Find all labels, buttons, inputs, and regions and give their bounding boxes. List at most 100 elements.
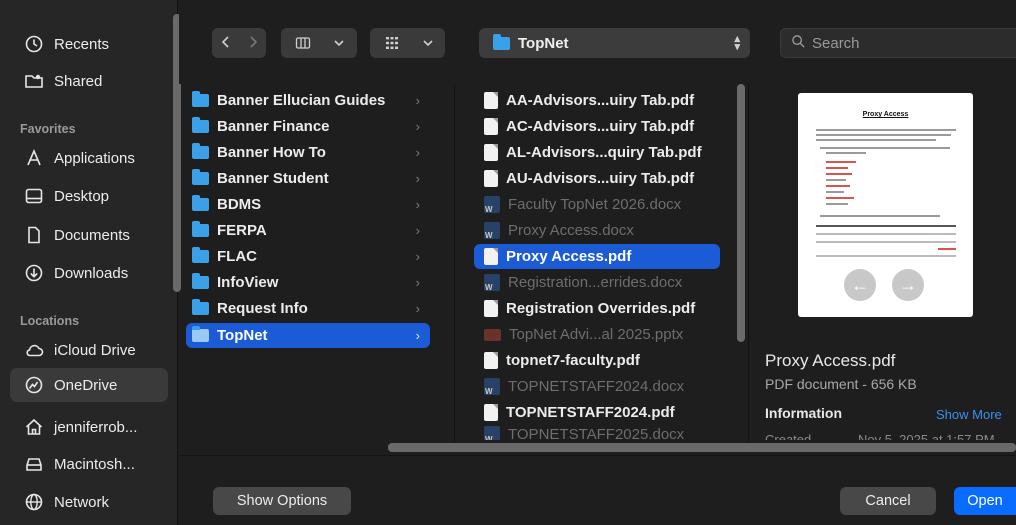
list-item-selected[interactable]: TopNet › — [186, 323, 430, 348]
show-more-link[interactable]: Show More — [936, 407, 1002, 422]
list-item[interactable]: Registration Overrides.pdf — [474, 296, 720, 321]
pdf-file-icon — [484, 170, 498, 187]
list-item[interactable]: TOPNETSTAFF2024.pdf — [474, 400, 720, 425]
list-item[interactable]: AU-Advisors...uiry Tab.pdf — [474, 166, 720, 191]
preview-highlight — [826, 161, 856, 163]
list-item[interactable]: BDMS › — [186, 192, 430, 217]
preview-text-line — [826, 152, 866, 154]
sidebar-item-network[interactable]: Network — [10, 485, 168, 519]
item-label: AA-Advisors...uiry Tab.pdf — [506, 92, 695, 109]
preview-previous-button[interactable]: ← — [844, 269, 876, 301]
sidebar-item-label: Recents — [54, 35, 110, 53]
folder-icon — [192, 326, 209, 342]
document-icon — [24, 225, 44, 245]
back-button[interactable] — [212, 28, 239, 58]
chevron-right-icon: › — [415, 119, 420, 134]
list-item[interactable]: InfoView › — [186, 270, 430, 295]
column-divider[interactable] — [748, 84, 749, 444]
list-item[interactable]: Banner How To › — [186, 140, 430, 165]
list-item[interactable]: Banner Finance › — [186, 114, 430, 139]
item-label: TOPNETSTAFF2025.docx — [508, 426, 685, 440]
section-favorites: Favorites — [20, 122, 76, 136]
list-item[interactable]: Banner Student › — [186, 166, 430, 191]
item-label: AU-Advisors...uiry Tab.pdf — [506, 170, 695, 187]
preview-text-line — [826, 179, 846, 181]
desktop-icon — [24, 186, 44, 206]
file-column-scrollbar[interactable] — [737, 84, 745, 342]
created-value: Nov 5, 2025 at 1:57 PM — [858, 432, 995, 440]
list-item[interactable]: AL-Advisors...quiry Tab.pdf — [474, 140, 720, 165]
chevron-right-icon: › — [415, 197, 420, 212]
item-label: AL-Advisors...quiry Tab.pdf — [506, 144, 702, 161]
pdf-file-icon — [484, 300, 498, 317]
preview-text-line — [820, 147, 950, 149]
list-item[interactable]: topnet7-faculty.pdf — [474, 348, 720, 373]
preview-highlight — [826, 197, 854, 199]
search-field[interactable]: Search — [780, 28, 1016, 58]
column-divider[interactable] — [454, 84, 455, 444]
sidebar-item-shared[interactable]: Shared — [10, 64, 168, 98]
sidebar-item-macintosh[interactable]: Macintosh... — [10, 447, 168, 481]
show-options-button[interactable]: Show Options — [213, 487, 351, 515]
up-down-chevron-icon: ▴ ▾ — [734, 33, 740, 53]
sidebar-item-recents[interactable]: Recents — [10, 27, 168, 61]
list-item[interactable]: Request Info › — [186, 296, 430, 321]
sidebar-item-applications[interactable]: Applications — [10, 141, 168, 175]
word-file-icon — [484, 196, 500, 214]
preview-text-line — [816, 255, 956, 257]
list-item[interactable]: Banner Ellucian Guides › — [186, 88, 430, 113]
item-label: topnet7-faculty.pdf — [506, 352, 640, 369]
folder-icon — [493, 33, 510, 50]
pdf-file-icon — [484, 404, 498, 421]
folder-icon — [192, 221, 209, 237]
sidebar-item-home[interactable]: jenniferrob... — [10, 410, 168, 444]
pdf-file-icon — [484, 352, 498, 369]
folder-column: Banner Ellucian Guides › Banner Finance › … — [186, 84, 434, 444]
item-label: BDMS — [217, 196, 262, 213]
word-file-icon — [484, 426, 500, 440]
sidebar-item-label: Documents — [54, 226, 130, 244]
path-select[interactable]: TopNet ▴ ▾ — [479, 28, 750, 58]
list-item[interactable]: FERPA › — [186, 218, 430, 243]
list-item[interactable]: AA-Advisors...uiry Tab.pdf — [474, 88, 720, 113]
nav-group — [212, 28, 266, 58]
chevron-right-icon: › — [415, 171, 420, 186]
list-item-selected[interactable]: Proxy Access.pdf — [474, 244, 720, 269]
sidebar-item-label: Network — [54, 493, 110, 511]
item-label: Faculty TopNet 2026.docx — [508, 196, 682, 213]
word-file-icon — [484, 378, 500, 396]
folder-icon — [192, 117, 209, 133]
group-by-menu[interactable] — [370, 28, 445, 58]
preview-highlight — [826, 185, 850, 187]
grid-icon — [370, 28, 414, 58]
preview-text-line — [826, 203, 848, 205]
cancel-button[interactable]: Cancel — [840, 487, 936, 515]
word-file-icon — [484, 222, 500, 240]
item-label: Registration Overrides.pdf — [506, 300, 696, 317]
list-item[interactable]: FLAC › — [186, 244, 430, 269]
forward-button[interactable] — [239, 28, 266, 58]
item-label: TopNet — [217, 327, 268, 344]
list-item[interactable]: AC-Advisors...uiry Tab.pdf — [474, 114, 720, 139]
preview-highlight — [826, 173, 852, 175]
sidebar-item-label: Applications — [54, 149, 135, 167]
item-label: TopNet Advi...al 2025.pptx — [509, 326, 684, 343]
sidebar-item-desktop[interactable]: Desktop — [10, 179, 168, 213]
sidebar-item-label: Desktop — [54, 187, 110, 205]
folder-icon — [192, 169, 209, 185]
sidebar-item-downloads[interactable]: Downloads — [10, 256, 168, 290]
horizontal-scrollbar[interactable] — [388, 443, 1016, 452]
sidebar-item-documents[interactable]: Documents — [10, 218, 168, 252]
sidebar-item-onedrive[interactable]: OneDrive — [10, 368, 168, 402]
item-label: Banner Ellucian Guides — [217, 92, 386, 109]
chevron-right-icon: › — [415, 145, 420, 160]
open-button[interactable]: Open — [954, 487, 1016, 515]
preview-next-button[interactable]: → — [892, 269, 924, 301]
chevron-right-icon: › — [415, 93, 420, 108]
chevron-right-icon: › — [415, 328, 420, 343]
chevron-right-icon: › — [415, 223, 420, 238]
network-icon — [24, 492, 44, 512]
view-mode-menu[interactable] — [281, 28, 357, 58]
sidebar-item-icloud-drive[interactable]: iCloud Drive — [10, 333, 168, 367]
chevron-right-icon: › — [415, 301, 420, 316]
